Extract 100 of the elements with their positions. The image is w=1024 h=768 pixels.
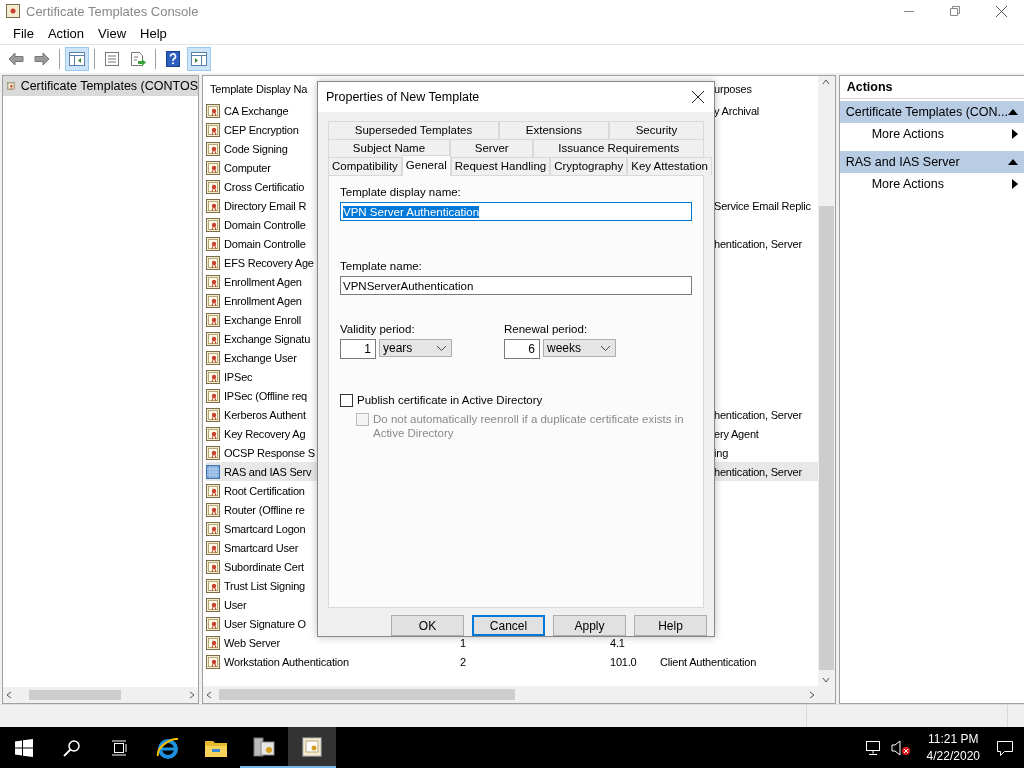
tab[interactable]: Server <box>449 139 534 158</box>
certificate-icon <box>206 559 220 574</box>
dialog-title: Properties of New Template <box>326 90 480 105</box>
tab[interactable]: Cryptography <box>550 157 628 176</box>
app-icon <box>6 4 20 18</box>
table-cell: 4.1 <box>610 636 625 649</box>
menu-item[interactable]: File <box>6 25 41 41</box>
certificate-icon <box>206 426 220 441</box>
certificate-icon <box>206 616 220 631</box>
menu-item[interactable]: View <box>91 25 134 41</box>
action-item[interactable]: More Actions <box>839 173 1024 195</box>
section-header[interactable]: Certificate Templates (CON... <box>839 101 1024 123</box>
tab[interactable]: Subject Name <box>328 139 450 158</box>
column-header[interactable]: urposes <box>714 82 752 95</box>
browser-icon[interactable] <box>156 735 180 760</box>
start-icon[interactable] <box>15 738 33 757</box>
table-cell: ing <box>714 446 729 459</box>
pane-icon[interactable] <box>191 52 207 66</box>
text-field[interactable]: VPNServerAuthentication <box>340 276 692 296</box>
vertical-scrollbar[interactable] <box>817 76 835 686</box>
collapse-icon[interactable] <box>1008 158 1018 166</box>
tab[interactable]: Request Handling <box>450 157 551 176</box>
certificate-icon <box>206 198 220 213</box>
menu-item[interactable]: Help <box>133 25 174 41</box>
table-cell: EFS Recovery Age <box>224 256 314 269</box>
restore-icon[interactable] <box>950 6 960 16</box>
section-header[interactable]: RAS and IAS Server <box>839 151 1024 173</box>
table-cell: Code Signing <box>224 142 288 155</box>
certificate-icon <box>206 578 220 593</box>
unit-dropdown[interactable]: years <box>379 339 452 358</box>
chevron-down-icon <box>601 345 610 351</box>
tree-item[interactable]: Certificate Templates (CONTOS <box>3 76 198 96</box>
table-cell: Smartcard User <box>224 541 299 554</box>
table-cell: Key Recovery Ag <box>224 427 306 440</box>
close-icon[interactable] <box>995 5 1007 17</box>
tab[interactable]: Compatibility <box>328 157 402 176</box>
forward-arrow-icon[interactable] <box>34 52 50 66</box>
clock[interactable]: 11:21 PM 4/22/2020 <box>918 730 988 765</box>
number-field[interactable]: 6 <box>504 339 540 360</box>
certificate-icon <box>206 293 220 308</box>
column-header[interactable]: Template Display Na <box>210 82 308 95</box>
help-icon[interactable] <box>166 51 180 67</box>
window-title: Certificate Templates Console <box>26 3 199 19</box>
dialog-button[interactable]: Cancel <box>472 615 545 636</box>
tab[interactable]: Superseded Templates <box>328 121 499 140</box>
unit-dropdown[interactable]: weeks <box>543 339 616 358</box>
tab[interactable]: Extensions <box>499 121 609 140</box>
table-cell: hentication, Server <box>714 408 802 421</box>
table-cell: ery Agent <box>714 427 759 440</box>
search-icon[interactable] <box>63 738 81 757</box>
tab[interactable]: Key Attestation <box>627 157 712 176</box>
list-icon[interactable] <box>104 52 120 66</box>
certificate-icon <box>206 255 220 270</box>
certificate-icon <box>206 179 220 194</box>
table-cell: IPSec <box>224 370 253 383</box>
number-field[interactable]: 1 <box>340 339 376 360</box>
checkbox[interactable] <box>340 394 353 408</box>
certificate-icon <box>206 540 220 555</box>
table-cell: Cross Certificatio <box>224 180 305 193</box>
horizontal-scrollbar[interactable] <box>203 686 835 703</box>
collapse-icon[interactable] <box>1008 108 1018 116</box>
table-cell: Trust List Signing <box>224 579 305 592</box>
task-view-icon[interactable] <box>111 739 129 756</box>
toolbar-button[interactable] <box>187 47 211 71</box>
table-cell: 101.0 <box>610 655 637 668</box>
pane-icon[interactable] <box>69 52 85 66</box>
table-cell: Root Certification <box>224 484 305 497</box>
server-icon[interactable] <box>252 735 276 758</box>
horizontal-scrollbar[interactable] <box>3 687 198 703</box>
table-cell: Domain Controlle <box>224 218 306 231</box>
table-cell: Web Server <box>224 636 280 649</box>
network-icon[interactable] <box>864 739 883 756</box>
tab[interactable]: General <box>401 155 451 177</box>
tab[interactable]: Issuance Requirements <box>533 139 704 158</box>
back-arrow-icon[interactable] <box>8 52 24 66</box>
tab[interactable]: Security <box>608 121 704 140</box>
table-cell: Computer <box>224 161 271 174</box>
table-cell: Enrollment Agen <box>224 294 302 307</box>
muted-speaker-icon[interactable] <box>890 739 911 756</box>
certificate-icon <box>206 369 220 384</box>
table-cell: 1 <box>460 636 466 649</box>
close-icon[interactable] <box>692 91 704 104</box>
certificate-icon <box>206 388 220 403</box>
toolbar-button[interactable] <box>65 47 89 71</box>
dialog-button[interactable]: Help <box>634 615 707 636</box>
notification-icon[interactable] <box>996 738 1014 757</box>
table-cell: Router (Offline re <box>224 503 305 516</box>
field-label: Validity period: <box>340 323 416 336</box>
pane-title: Actions <box>839 76 1024 99</box>
dialog-button[interactable]: Apply <box>553 615 626 636</box>
action-item[interactable]: More Actions <box>839 123 1024 145</box>
export-icon[interactable] <box>130 52 146 66</box>
dialog-button[interactable]: OK <box>391 615 464 636</box>
certificate-icon <box>7 79 15 93</box>
menu-item[interactable]: Action <box>40 25 92 41</box>
certificate-icon <box>206 312 220 327</box>
table-cell: User Signature O <box>224 617 306 630</box>
certificate-icon[interactable] <box>302 736 322 757</box>
text-field[interactable]: VPN Server Authentication <box>340 202 692 222</box>
table-cell: Kerberos Authent <box>224 408 306 421</box>
